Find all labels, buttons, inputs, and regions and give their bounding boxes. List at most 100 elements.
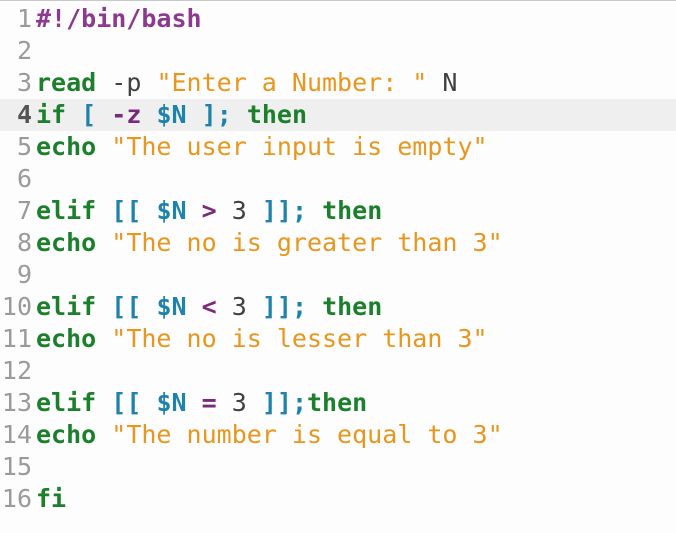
- code-token: fi: [36, 484, 67, 513]
- code-token: N: [427, 68, 458, 97]
- code-token: -p: [96, 68, 157, 97]
- line-number: 14: [1, 420, 32, 449]
- code-text[interactable]: elif [[ $N = 3 ]];then: [34, 387, 367, 419]
- code-line[interactable]: 1 #!/bin/bash: [0, 3, 676, 35]
- line-number: 16: [1, 484, 32, 513]
- line-number: 12: [1, 356, 32, 385]
- code-token: echo: [36, 228, 97, 257]
- code-token: then: [246, 100, 308, 129]
- code-token: 3: [216, 388, 262, 417]
- code-line[interactable]: 4 if [ -z $N ]; then: [0, 99, 676, 131]
- code-line[interactable]: 13 elif [[ $N = 3 ]];then: [0, 387, 676, 419]
- code-token: then: [307, 388, 368, 417]
- code-token: ]];: [261, 388, 307, 417]
- code-token: $N: [156, 100, 187, 129]
- code-token: "Enter a Number: ": [156, 68, 428, 97]
- code-line[interactable]: 7 elif [[ $N > 3 ]]; then: [0, 195, 676, 227]
- line-number: 1: [16, 4, 32, 33]
- code-token: read: [36, 68, 97, 97]
- code-text[interactable]: echo "The no is lesser than 3": [34, 323, 488, 355]
- line-number: 7: [16, 196, 32, 225]
- code-token: [: [81, 100, 97, 129]
- code-line[interactable]: 9: [0, 259, 676, 291]
- code-token: if: [36, 100, 67, 129]
- line-number: 10: [1, 292, 32, 321]
- code-token: "The user input is empty": [111, 132, 488, 161]
- code-token: [[: [111, 196, 142, 225]
- code-text[interactable]: read -p "Enter a Number: " N: [34, 67, 457, 99]
- code-line[interactable]: 2: [0, 35, 676, 67]
- code-line[interactable]: 5 echo "The user input is empty": [0, 131, 676, 163]
- code-token: #!/bin/bash: [36, 4, 202, 33]
- code-text[interactable]: #!/bin/bash: [34, 3, 202, 35]
- code-token: -z: [111, 100, 142, 129]
- code-text[interactable]: if [ -z $N ]; then: [34, 99, 307, 131]
- code-token: "The no is greater than 3": [111, 228, 503, 257]
- code-token: =: [201, 388, 217, 417]
- code-token: ]];: [261, 292, 307, 321]
- code-token: $N: [156, 292, 187, 321]
- code-line[interactable]: 6: [0, 163, 676, 195]
- code-token: 3: [216, 292, 262, 321]
- code-line[interactable]: 14 echo "The number is equal to 3": [0, 419, 676, 451]
- code-token: >: [201, 196, 217, 225]
- code-text[interactable]: elif [[ $N > 3 ]]; then: [34, 195, 382, 227]
- line-number: 5: [16, 132, 32, 161]
- code-token: <: [201, 292, 217, 321]
- code-text[interactable]: elif [[ $N < 3 ]]; then: [34, 291, 382, 323]
- line-number: 11: [1, 324, 32, 353]
- code-token: elif: [36, 196, 97, 225]
- line-number: 4: [16, 100, 32, 129]
- code-token: then: [322, 292, 383, 321]
- code-line[interactable]: 16 fi: [0, 483, 676, 515]
- code-editor[interactable]: 1 #!/bin/bash 2 3 read -p "Enter a Number: "…: [0, 0, 676, 533]
- code-token: elif: [36, 388, 97, 417]
- code-token: "The number is equal to 3": [111, 420, 503, 449]
- code-token: 3: [216, 196, 262, 225]
- line-number: 2: [16, 36, 32, 65]
- code-token: $N: [156, 196, 187, 225]
- code-token: echo: [36, 132, 97, 161]
- code-token: $N: [156, 388, 187, 417]
- code-text[interactable]: fi: [34, 483, 66, 515]
- line-number: 6: [16, 164, 32, 193]
- code-line[interactable]: 8 echo "The no is greater than 3": [0, 227, 676, 259]
- line-number: 15: [1, 452, 32, 481]
- code-token: ];: [201, 100, 232, 129]
- line-number: 3: [16, 68, 32, 97]
- code-text[interactable]: echo "The user input is empty": [34, 131, 488, 163]
- code-token: echo: [36, 324, 97, 353]
- code-line[interactable]: 15: [0, 451, 676, 483]
- code-line[interactable]: 11 echo "The no is lesser than 3": [0, 323, 676, 355]
- code-token: [[: [111, 388, 142, 417]
- code-token: elif: [36, 292, 97, 321]
- code-line[interactable]: 12: [0, 355, 676, 387]
- code-token: echo: [36, 420, 97, 449]
- code-token: [[: [111, 292, 142, 321]
- code-line[interactable]: 3 read -p "Enter a Number: " N: [0, 67, 676, 99]
- code-text[interactable]: echo "The no is greater than 3": [34, 227, 503, 259]
- line-number: 9: [16, 260, 32, 289]
- code-token: "The no is lesser than 3": [111, 324, 488, 353]
- code-text[interactable]: echo "The number is equal to 3": [34, 419, 503, 451]
- code-token: ]];: [261, 196, 307, 225]
- code-line[interactable]: 10 elif [[ $N < 3 ]]; then: [0, 291, 676, 323]
